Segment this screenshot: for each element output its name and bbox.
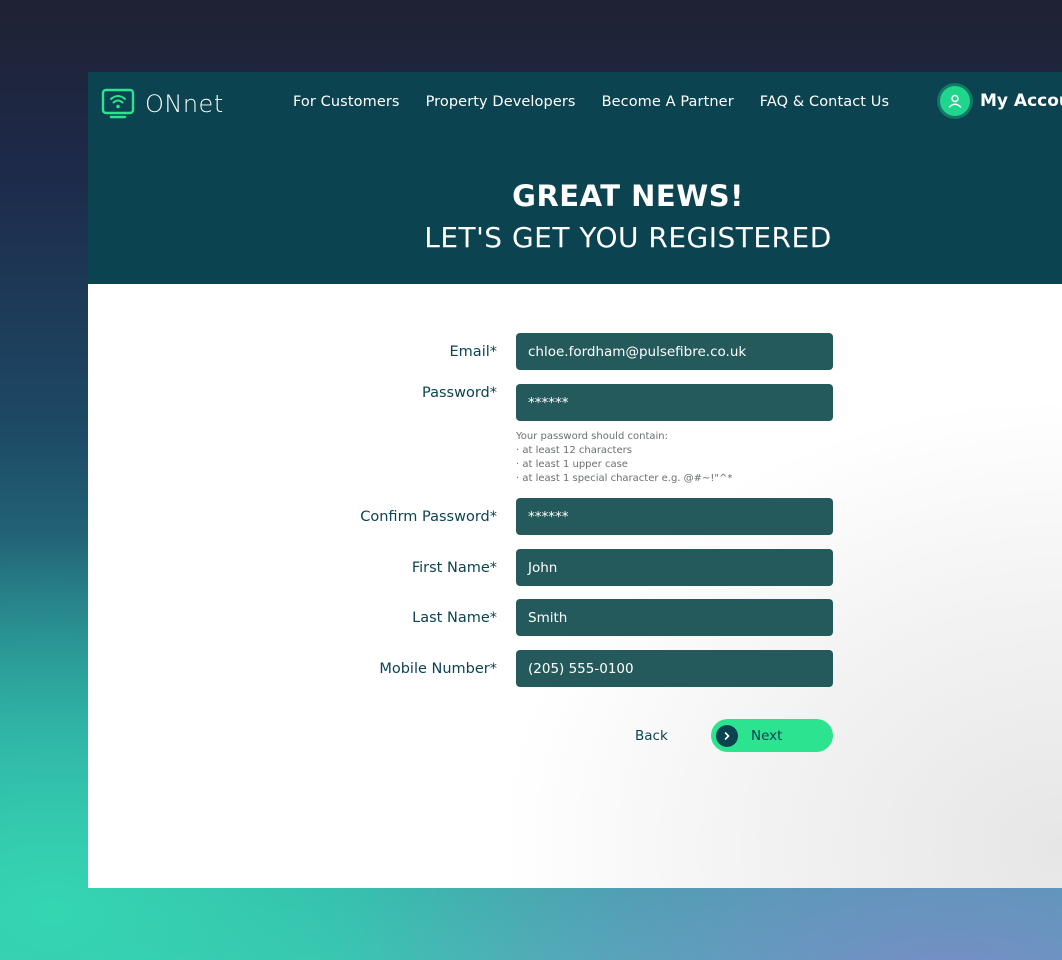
email-field[interactable]: chloe.fordham@pulsefibre.co.uk xyxy=(516,333,833,370)
nav-property-developers[interactable]: Property Developers xyxy=(426,94,576,110)
user-icon xyxy=(940,86,970,116)
password-field[interactable]: ****** xyxy=(516,384,833,421)
nav-become-a-partner[interactable]: Become A Partner xyxy=(602,94,734,110)
last-name-field[interactable]: Smith xyxy=(516,599,833,636)
password-hint-rule: · at least 1 special character e.g. @#~!… xyxy=(516,473,733,484)
password-hint-rule: · at least 12 characters xyxy=(516,445,632,456)
my-account-label: My Account xyxy=(980,91,1062,111)
password-hint-rule: · at least 1 upper case xyxy=(516,459,628,470)
brand-name: ONnet xyxy=(145,90,224,118)
main-nav: For Customers Property Developers Become… xyxy=(293,94,915,110)
mobile-number-label: Mobile Number* xyxy=(379,661,497,677)
next-label: Next xyxy=(751,727,783,744)
confirm-password-field[interactable]: ****** xyxy=(516,498,833,535)
nav-for-customers[interactable]: For Customers xyxy=(293,94,400,110)
wifi-tv-icon xyxy=(101,87,135,121)
first-name-field[interactable]: John xyxy=(516,549,833,586)
next-button[interactable]: Next xyxy=(711,719,833,752)
nav-faq-contact[interactable]: FAQ & Contact Us xyxy=(760,94,889,110)
site-header: ONnet For Customers Property Developers … xyxy=(88,72,1062,284)
last-name-label: Last Name* xyxy=(412,610,497,626)
confirm-password-label: Confirm Password* xyxy=(360,509,497,525)
password-hint-title: Your password should contain: xyxy=(516,431,668,442)
chevron-right-icon xyxy=(716,724,738,747)
back-button[interactable]: Back xyxy=(635,728,668,744)
hero-subtitle: LET'S GET YOU REGISTERED xyxy=(424,221,832,254)
password-requirements: Your password should contain: · at least… xyxy=(516,430,732,486)
mobile-number-field[interactable]: (205) 555-0100 xyxy=(516,650,833,687)
email-label: Email* xyxy=(449,344,497,360)
brand-logo[interactable]: ONnet xyxy=(101,87,224,121)
my-account-button[interactable]: My Account xyxy=(940,86,1062,116)
app-window: ONnet For Customers Property Developers … xyxy=(88,72,1062,888)
hero-title: GREAT NEWS! xyxy=(512,179,744,213)
password-label: Password* xyxy=(422,385,497,401)
first-name-label: First Name* xyxy=(411,560,497,576)
